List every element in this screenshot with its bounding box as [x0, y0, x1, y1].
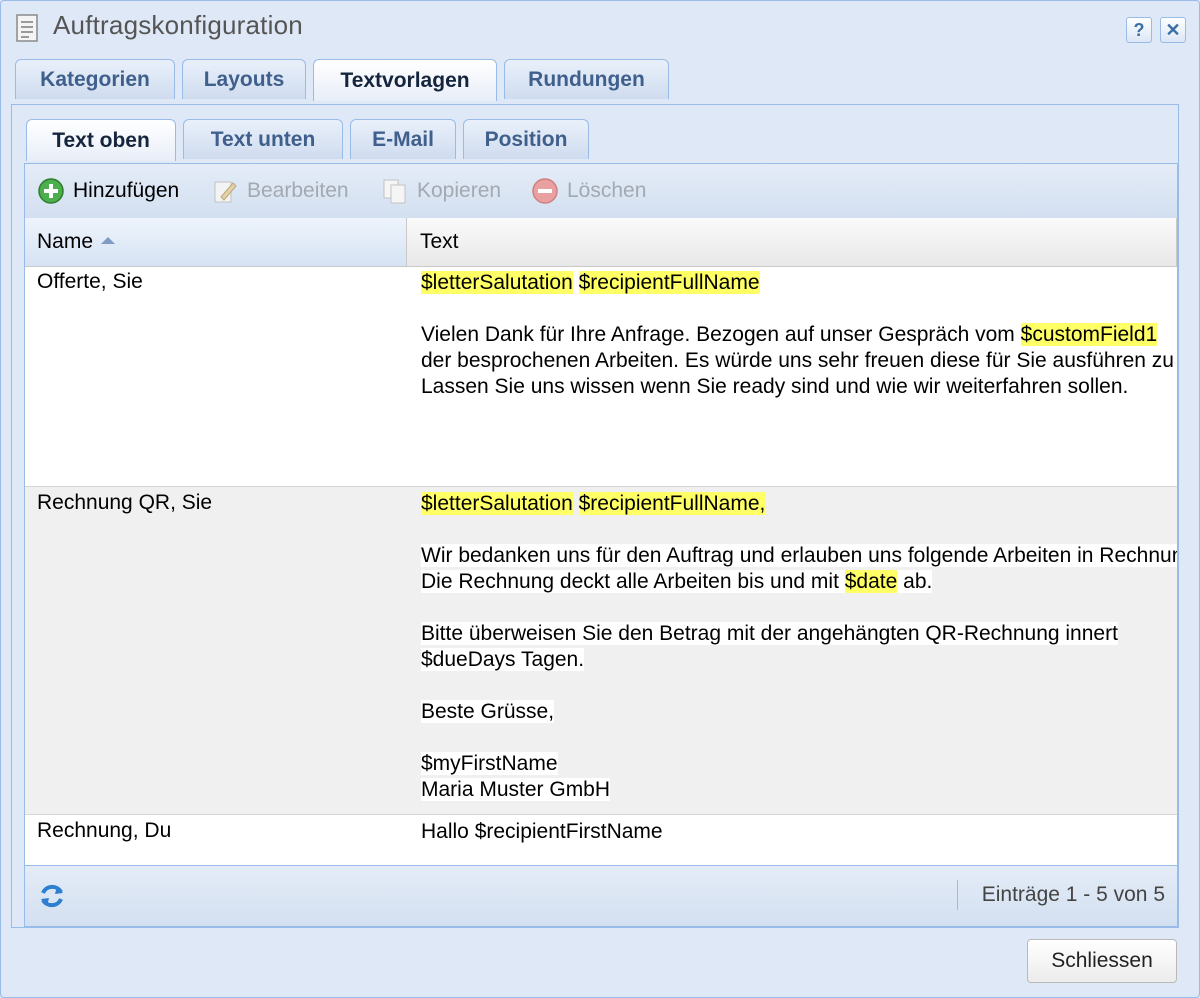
- column-header-text[interactable]: Text: [408, 218, 1177, 266]
- schliessen-button[interactable]: Schliessen: [1027, 939, 1177, 983]
- copy-button[interactable]: Kopieren: [381, 176, 501, 206]
- record-count: Einträge 1 - 5 von 5: [982, 883, 1165, 907]
- text-line: ab.: [897, 570, 932, 593]
- text-line: Wir bedanken uns für den Auftrag und erl…: [421, 544, 1178, 567]
- add-icon: [37, 177, 65, 205]
- textvorlagen-panel: Text oben Text unten E-Mail Position Hin…: [11, 104, 1179, 928]
- row-name: Rechnung QR, Sie: [37, 491, 212, 515]
- text-line: Vielen Dank für Ihre Anfrage. Bezogen au…: [421, 323, 1021, 346]
- tab-text-oben[interactable]: Text oben: [26, 119, 176, 161]
- row-text: $letterSalutation $recipientFullName Vie…: [421, 270, 1178, 400]
- add-label: Hinzufügen: [73, 179, 179, 203]
- close-icon[interactable]: ✕: [1160, 17, 1186, 43]
- table-row[interactable]: Offerte, Sie $letterSalutation $recipien…: [25, 266, 1177, 487]
- tab-position[interactable]: Position: [463, 119, 589, 159]
- sort-ascending-icon: [101, 237, 115, 244]
- pencil-icon: [211, 177, 239, 205]
- grid-toolbar: Hinzufügen Bearbeiten: [25, 164, 1177, 219]
- delete-button[interactable]: Löschen: [531, 176, 646, 206]
- paging-toolbar: Einträge 1 - 5 von 5: [25, 865, 1177, 926]
- table-row[interactable]: Rechnung QR, Sie $letterSalutation $reci…: [25, 487, 1177, 815]
- tab-rundungen[interactable]: Rundungen: [504, 59, 669, 99]
- config-window: Auftragskonfiguration ? ✕ Kategorien Lay…: [0, 0, 1200, 998]
- placeholder-token: $recipientFullName: [579, 271, 760, 294]
- tab-kategorien[interactable]: Kategorien: [15, 59, 175, 99]
- tab-email[interactable]: E-Mail: [350, 119, 456, 159]
- text-line: Hallo $recipientFirstName: [421, 820, 663, 843]
- footer-separator: [957, 880, 958, 910]
- text-line: der besprochenen Arbeiten. Es würde uns …: [421, 349, 1178, 372]
- tab-text-unten[interactable]: Text unten: [183, 119, 343, 159]
- templates-grid: Hinzufügen Bearbeiten: [24, 163, 1178, 927]
- tab-layouts[interactable]: Layouts: [182, 59, 306, 99]
- row-text: $letterSalutation $recipientFullName, Wi…: [421, 491, 1178, 803]
- copy-icon: [381, 177, 409, 205]
- copy-label: Kopieren: [417, 179, 501, 203]
- text-line: Bitte überweisen Sie den Betrag mit der …: [421, 622, 1118, 645]
- help-button[interactable]: ?: [1126, 17, 1152, 43]
- text-line: $dueDays Tagen.: [421, 648, 584, 671]
- window-title: Auftragskonfiguration: [53, 10, 303, 41]
- text-line: $myFirstName: [421, 752, 558, 775]
- placeholder-token: $letterSalutation: [421, 492, 573, 515]
- text-line: Maria Muster GmbH: [421, 778, 610, 801]
- refresh-icon[interactable]: [37, 881, 67, 911]
- column-header-row: Name Text: [25, 218, 1177, 267]
- add-button[interactable]: Hinzufügen: [37, 176, 179, 206]
- placeholder-token: $recipientFullName,: [579, 492, 766, 515]
- text-line: Beste Grüsse,: [421, 700, 554, 723]
- text-line: Lassen Sie uns wissen wenn Sie ready sin…: [421, 375, 1128, 398]
- tab-textvorlagen[interactable]: Textvorlagen: [313, 59, 497, 101]
- row-text: Hallo $recipientFirstName: [421, 819, 663, 845]
- placeholder-token: $date: [845, 570, 898, 593]
- edit-button[interactable]: Bearbeiten: [211, 176, 349, 206]
- row-name: Offerte, Sie: [37, 270, 143, 294]
- text-line: Die Rechnung deckt alle Arbeiten bis und…: [421, 570, 845, 593]
- document-icon: [15, 13, 41, 43]
- column-text-label: Text: [420, 230, 459, 254]
- delete-icon: [531, 177, 559, 205]
- edit-label: Bearbeiten: [247, 179, 349, 203]
- title-bar: Auftragskonfiguration ? ✕: [1, 1, 1199, 53]
- placeholder-token: $customField1: [1021, 323, 1158, 346]
- delete-label: Löschen: [567, 179, 646, 203]
- column-name-label: Name: [37, 230, 93, 254]
- column-header-name[interactable]: Name: [25, 218, 407, 266]
- table-row[interactable]: Rechnung, Du Hallo $recipientFirstName: [25, 815, 1177, 865]
- row-name: Rechnung, Du: [37, 819, 171, 843]
- placeholder-token: $letterSalutation: [421, 271, 573, 294]
